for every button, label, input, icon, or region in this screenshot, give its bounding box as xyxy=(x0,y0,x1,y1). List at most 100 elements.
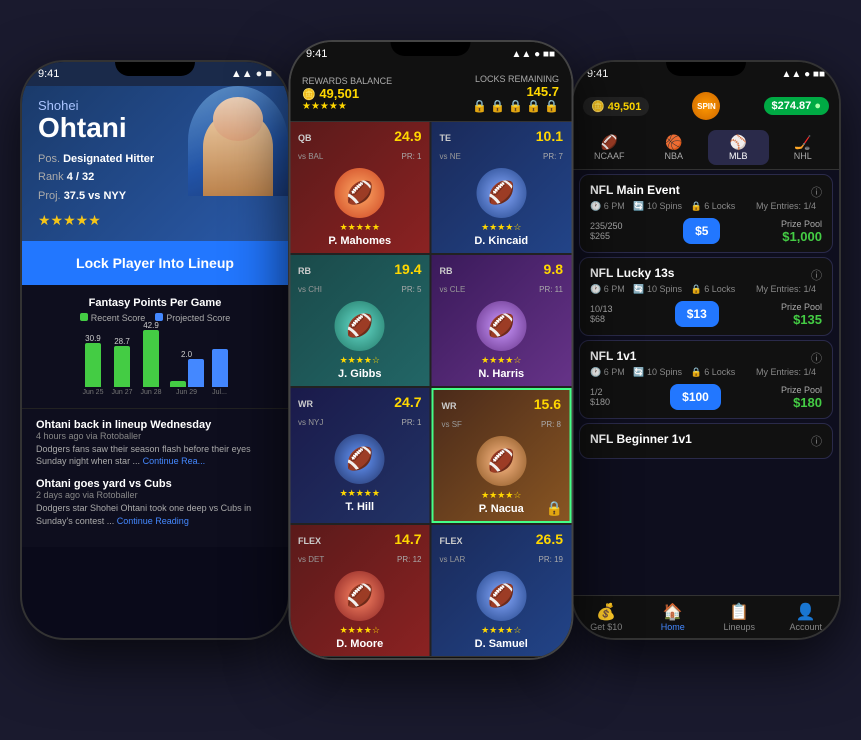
contest-title-4: NFL Beginner 1v1 xyxy=(590,432,692,446)
contest-row-1: 235/250 $265 $5 Prize Pool $1,000 xyxy=(590,218,822,244)
locks-label: Locks Remaining xyxy=(475,74,559,84)
player-card-hill[interactable]: WRvs NYJ 24.7PR: 1 🏈 ★★★★★ T. Hill xyxy=(290,388,430,523)
news-item-2: Ohtani goes yard vs Cubs 2 days ago via … xyxy=(36,478,274,527)
left-phone: 9:41 ▲▲ ● ■ Shohei Ohtani Pos. Designate… xyxy=(20,60,290,640)
enter-btn-3[interactable]: $100 xyxy=(670,384,721,410)
lock-player-btn[interactable]: Lock Player Into Lineup xyxy=(22,241,288,285)
avatar-nacua: 🏈 xyxy=(476,436,526,486)
news-meta-1: 4 hours ago via Rotoballer xyxy=(36,431,274,441)
nav-lineups[interactable]: 📋 Lineups xyxy=(706,602,773,632)
info-icon-1[interactable]: ⓘ xyxy=(811,184,822,200)
lock-5: 🔒 xyxy=(544,99,559,113)
rewards-stars: ★★★★★ xyxy=(302,101,392,112)
news-section: Ohtani back in lineup Wednesday 4 hours … xyxy=(22,408,288,547)
news-title-2: Ohtani goes yard vs Cubs xyxy=(36,478,274,490)
player-card-samuel[interactable]: FLEXvs LAR 26.5PR: 19 🏈 ★★★★☆ D. Samuel xyxy=(432,525,572,656)
lock-4: 🔒 xyxy=(526,99,541,113)
right-time: 9:41 xyxy=(587,68,608,80)
info-icon-4[interactable]: ⓘ xyxy=(811,433,822,449)
tab-mlb[interactable]: ⚾ MLB xyxy=(708,130,769,165)
avatar-moore: 🏈 xyxy=(335,571,385,621)
right-top-bar: 🪙 49,501 SPIN $274.87 ● xyxy=(573,86,839,126)
chart-bars: 30.9 Jun 25 28.7 Jun 27 42.9 xyxy=(36,331,274,396)
avatar-harris: 🏈 xyxy=(476,301,526,351)
enter-btn-1[interactable]: $5 xyxy=(683,218,720,244)
avatar-mahomes: 🏈 xyxy=(335,168,385,218)
lock-1: 🔒 xyxy=(472,99,487,113)
contest-meta-2: 🕐 6 PM 🔄 10 Spins 🔒 6 Locks My Entries: … xyxy=(590,284,822,295)
read-more-1[interactable]: Continue Rea... xyxy=(143,456,206,466)
wallet-chip: $274.87 ● xyxy=(764,97,829,115)
contest-lucky-13s: NFL Lucky 13s ⓘ 🕐 6 PM 🔄 10 Spins 🔒 6 Lo… xyxy=(579,257,833,336)
nhl-icon: 🏒 xyxy=(775,134,832,151)
news-item-1: Ohtani back in lineup Wednesday 4 hours … xyxy=(36,419,274,468)
center-header: Rewards Balance 🪙 49,501 ★★★★★ Locks Rem… xyxy=(290,66,571,122)
locks-block: Locks Remaining 145.7 🔒 🔒 🔒 🔒 🔒 xyxy=(472,74,559,113)
contest-meta-3: 🕐 6 PM 🔄 10 Spins 🔒 6 Locks My Entries: … xyxy=(590,367,822,378)
right-phone: 9:41 ▲▲ ● ■■ 🪙 49,501 SPIN $274.87 ● 🏈 N… xyxy=(571,60,841,640)
player-card-mahomes[interactable]: QBvs BAL 24.9PR: 1 🏈 ★★★★★ P. Mahomes xyxy=(290,122,430,253)
player-card-kincaid[interactable]: TEvs NE 10.1PR: 7 🏈 ★★★★☆ D. Kincaid xyxy=(432,122,572,253)
player-card-nacua[interactable]: WRvs SF 15.6PR: 8 🏈 ★★★★☆ P. Nacua 🔒 xyxy=(432,388,572,523)
player-header: Shohei Ohtani Pos. Designated Hitter Ran… xyxy=(22,86,288,241)
info-icon-3[interactable]: ⓘ xyxy=(811,350,822,366)
contest-1v1: NFL 1v1 ⓘ 🕐 6 PM 🔄 10 Spins 🔒 6 Locks My… xyxy=(579,340,833,419)
center-time: 9:41 xyxy=(306,48,327,60)
contest-title-2: NFL Lucky 13s xyxy=(590,266,674,280)
avatar-gibbs: 🏈 xyxy=(335,301,385,351)
home-icon: 🏠 xyxy=(640,602,707,622)
nav-get10[interactable]: 💰 Get $10 xyxy=(573,602,640,632)
read-more-2[interactable]: Continue Reading xyxy=(117,516,189,526)
avatar-samuel: 🏈 xyxy=(476,571,526,621)
account-icon: 👤 xyxy=(773,602,840,622)
card-header-mahomes: QBvs BAL 24.9PR: 1 xyxy=(298,128,422,164)
contest-title-3: NFL 1v1 xyxy=(590,349,636,363)
legend-recent: Recent Score xyxy=(91,313,146,323)
contest-beginner-1v1: NFL Beginner 1v1 ⓘ xyxy=(579,423,833,459)
right-bottom-nav: 💰 Get $10 🏠 Home 📋 Lineups 👤 Account xyxy=(573,595,839,638)
tab-ncaaf[interactable]: 🏈 NCAAF xyxy=(579,130,640,165)
player-card-gibbs[interactable]: RBvs CHI 19.4PR: 5 🏈 ★★★★☆ J. Gibbs xyxy=(290,255,430,386)
lock-icon-nacua: 🔒 xyxy=(546,500,563,517)
player-stars: ★★★★★ xyxy=(38,212,272,229)
news-body-2: Dodgers star Shohei Ohtani took one deep… xyxy=(36,502,274,527)
lineups-icon: 📋 xyxy=(706,602,773,622)
news-body-1: Dodgers fans saw their season flash befo… xyxy=(36,443,274,468)
contest-meta-1: 🕐 6 PM 🔄 10 Spins 🔒 6 Locks My Entries: … xyxy=(590,201,822,212)
nav-home[interactable]: 🏠 Home xyxy=(640,602,707,632)
news-meta-2: 2 days ago via Rotoballer xyxy=(36,490,274,500)
balance-chip: 🪙 49,501 xyxy=(583,97,649,116)
player-card-moore[interactable]: FLEXvs DET 14.7PR: 12 🏈 ★★★★☆ D. Moore xyxy=(290,525,430,656)
nba-icon: 🏀 xyxy=(646,134,703,151)
enter-btn-2[interactable]: $13 xyxy=(675,301,719,327)
contest-section: NFL Main Event ⓘ 🕐 6 PM 🔄 10 Spins 🔒 6 L… xyxy=(573,170,839,595)
spin-logo: SPIN xyxy=(692,92,720,120)
avatar-kincaid: 🏈 xyxy=(476,168,526,218)
avatar-hill: 🏈 xyxy=(335,434,385,484)
contest-title-1: NFL Main Event xyxy=(590,183,680,197)
player-grid: QBvs BAL 24.9PR: 1 🏈 ★★★★★ P. Mahomes TE… xyxy=(290,122,571,656)
rewards-label: Rewards Balance xyxy=(302,76,392,86)
locks-value: 145.7 xyxy=(526,84,559,99)
rewards-value: 🪙 49,501 xyxy=(302,86,392,101)
lock-3: 🔒 xyxy=(508,99,523,113)
news-title-1: Ohtani back in lineup Wednesday xyxy=(36,419,274,431)
rewards-block: Rewards Balance 🪙 49,501 ★★★★★ xyxy=(302,76,392,112)
tab-nba[interactable]: 🏀 NBA xyxy=(644,130,705,165)
player-image xyxy=(178,86,288,206)
locks-icons: 🔒 🔒 🔒 🔒 🔒 xyxy=(472,99,559,113)
center-icons: ▲▲ ● ■■ xyxy=(512,49,555,60)
mlb-icon: ⚾ xyxy=(710,134,767,151)
sport-tabs: 🏈 NCAAF 🏀 NBA ⚾ MLB 🏒 NHL xyxy=(573,126,839,170)
info-icon-2[interactable]: ⓘ xyxy=(811,267,822,283)
nav-account[interactable]: 👤 Account xyxy=(773,602,840,632)
ncaaf-icon: 🏈 xyxy=(581,134,638,151)
player-card-harris[interactable]: RBvs CLE 9.8PR: 11 🏈 ★★★★☆ N. Harris xyxy=(432,255,572,386)
get10-icon: 💰 xyxy=(573,602,640,622)
contest-row-2: 10/13 $68 $13 Prize Pool $135 xyxy=(590,301,822,327)
tab-nhl[interactable]: 🏒 NHL xyxy=(773,130,834,165)
lock-2: 🔒 xyxy=(490,99,505,113)
chart-title: Fantasy Points Per Game xyxy=(36,297,274,309)
right-icons: ▲▲ ● ■■ xyxy=(782,69,825,80)
contest-main-event: NFL Main Event ⓘ 🕐 6 PM 🔄 10 Spins 🔒 6 L… xyxy=(579,174,833,253)
